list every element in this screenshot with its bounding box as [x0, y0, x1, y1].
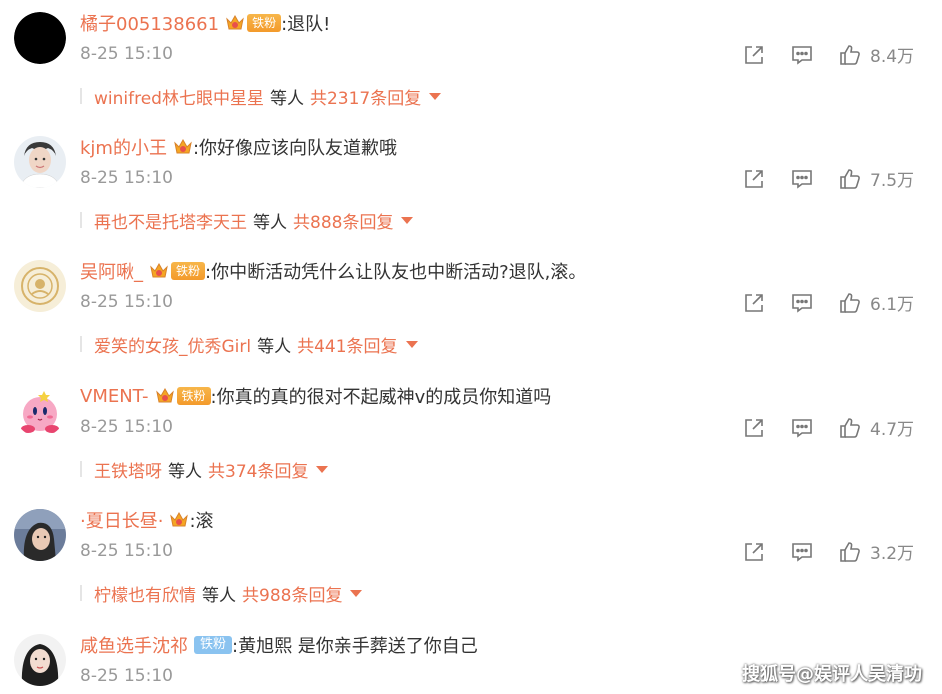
chevron-down-icon[interactable]	[316, 465, 329, 473]
comment-text: :你好像应该向队友道歉哦	[192, 138, 398, 159]
divider	[80, 212, 82, 228]
reply-count[interactable]: 共374条回复	[208, 457, 308, 482]
fan-badge: 铁粉	[176, 387, 211, 405]
username[interactable]: VMENT-	[80, 386, 149, 407]
username[interactable]: kjm的小王	[80, 134, 167, 160]
avatar[interactable]	[14, 136, 66, 188]
comment-item: kjm的小王 :你好像应该向队友道歉哦 8-25 15:10 7.5万 再也不是…	[0, 124, 942, 248]
comment-icon[interactable]	[790, 291, 814, 315]
like-count: 7.5万	[870, 171, 915, 191]
username[interactable]: 吴阿啾_	[80, 258, 143, 284]
chevron-down-icon[interactable]	[405, 340, 418, 348]
reply-mid: 等人	[168, 461, 202, 482]
reply-mid: 等人	[269, 88, 304, 109]
divider	[80, 88, 82, 104]
comment-item: ·夏日长昼· :滚 8-25 15:10 3.2万 柠檬也有欣情 等人 共988…	[0, 497, 942, 621]
timestamp: 8-25 15:10	[80, 292, 173, 312]
like-count: 6.1万	[870, 295, 915, 315]
timestamp: 8-25 15:10	[80, 168, 173, 188]
fan-badge: 铁粉	[194, 636, 233, 654]
comment-icon[interactable]	[790, 416, 814, 440]
comment-text: :黄旭熙 是你亲手葬送了你自己	[232, 636, 478, 657]
crown-icon	[169, 511, 189, 529]
comment-text: :你中断活动凭什么让队友也中断活动?退队,滚。	[205, 262, 587, 283]
fan-badge: 铁粉	[171, 262, 206, 280]
reply-summary[interactable]: 爱笑的女孩_优秀Girl 等人 共441条回复	[80, 332, 418, 357]
like-count: 8.4万	[870, 47, 915, 67]
share-icon[interactable]	[742, 43, 766, 67]
timestamp: 8-25 15:10	[80, 666, 173, 686]
like-icon[interactable]	[838, 540, 862, 564]
chevron-down-icon[interactable]	[401, 216, 414, 224]
reply-summary[interactable]: 再也不是托塔李天王 等人 共888条回复	[80, 208, 414, 233]
divider	[80, 585, 82, 601]
avatar[interactable]	[14, 385, 66, 437]
comment-icon[interactable]	[790, 43, 814, 67]
reply-count[interactable]: 共2317条回复	[310, 84, 421, 109]
timestamp: 8-25 15:10	[80, 417, 173, 437]
like-icon[interactable]	[838, 43, 862, 67]
like-count: 3.2万	[870, 544, 915, 564]
reply-summary[interactable]: winifred林七眼中星星 等人 共2317条回复	[80, 84, 442, 109]
avatar[interactable]	[14, 12, 66, 64]
share-icon[interactable]	[742, 291, 766, 315]
comment-icon[interactable]	[790, 167, 814, 191]
username[interactable]: 咸鱼选手沈祁	[80, 632, 188, 658]
reply-mid: 等人	[257, 336, 292, 357]
reply-count[interactable]: 共888条回复	[293, 208, 393, 233]
watermark: 搜狐号@娱评人吴清功	[742, 664, 922, 685]
comment-text: :退队!	[281, 14, 331, 35]
chevron-down-icon[interactable]	[429, 92, 442, 100]
reply-user[interactable]: 柠檬也有欣情	[94, 581, 196, 606]
crown-icon	[149, 262, 169, 280]
crown-icon	[155, 387, 175, 405]
username[interactable]: 橘子005138661	[80, 10, 219, 36]
chevron-down-icon[interactable]	[350, 589, 363, 597]
timestamp: 8-25 15:10	[80, 541, 173, 561]
avatar[interactable]	[14, 634, 66, 686]
like-icon[interactable]	[838, 167, 862, 191]
reply-summary[interactable]: 王铁塔呀 等人 共374条回复	[80, 457, 329, 482]
avatar[interactable]	[14, 509, 66, 561]
reply-user[interactable]: 再也不是托塔李天王	[94, 208, 247, 233]
reply-user[interactable]: winifred林七眼中星星	[94, 84, 264, 109]
reply-count[interactable]: 共441条回复	[297, 332, 397, 357]
comment-text: :你真的真的很对不起威神v的成员你知道吗	[210, 387, 552, 408]
comment-text: :滚	[189, 511, 214, 532]
divider	[80, 461, 82, 477]
share-icon[interactable]	[742, 416, 766, 440]
reply-mid: 等人	[202, 585, 236, 606]
comment-item: VMENT- 铁粉 :你真的真的很对不起威神v的成员你知道吗 8-25 15:1…	[0, 373, 942, 497]
like-icon[interactable]	[838, 291, 862, 315]
reply-count[interactable]: 共988条回复	[242, 581, 342, 606]
reply-summary[interactable]: 柠檬也有欣情 等人 共988条回复	[80, 581, 363, 606]
reply-mid: 等人	[253, 212, 287, 233]
crown-icon	[173, 138, 193, 156]
like-icon[interactable]	[838, 416, 862, 440]
divider	[80, 336, 82, 352]
crown-icon	[225, 14, 245, 32]
timestamp: 8-25 15:10	[80, 44, 173, 64]
comment-item: 橘子005138661 铁粉 :退队! 8-25 15:10 8.4万 wini…	[0, 0, 942, 124]
reply-user[interactable]: 爱笑的女孩_优秀Girl	[94, 332, 251, 357]
share-icon[interactable]	[742, 540, 766, 564]
share-icon[interactable]	[742, 167, 766, 191]
fan-badge: 铁粉	[247, 14, 282, 32]
avatar[interactable]	[14, 260, 66, 312]
comment-item: 吴阿啾_ 铁粉 :你中断活动凭什么让队友也中断活动?退队,滚。 8-25 15:…	[0, 248, 942, 372]
like-count: 4.7万	[870, 420, 915, 440]
reply-user[interactable]: 王铁塔呀	[94, 457, 162, 482]
comment-icon[interactable]	[790, 540, 814, 564]
username[interactable]: ·夏日长昼·	[80, 507, 163, 533]
